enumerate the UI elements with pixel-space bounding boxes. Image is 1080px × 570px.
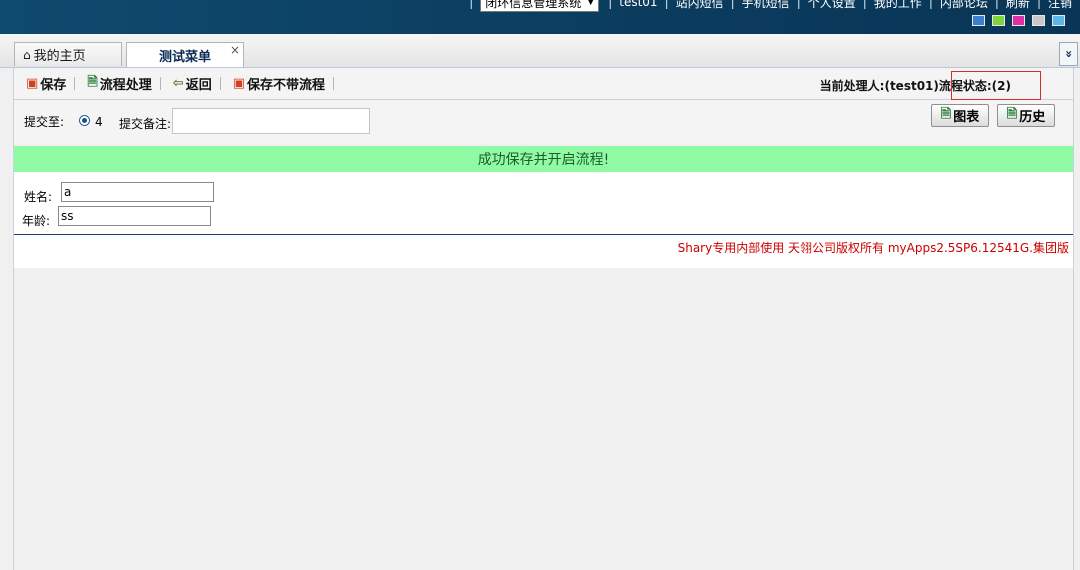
theme-swatch-gray[interactable] — [1032, 15, 1045, 26]
nav-separator: | — [469, 0, 474, 9]
remark-label: 提交备注: — [119, 117, 172, 131]
system-select[interactable]: 闭环信息管理系统 ▼ — [480, 0, 600, 12]
home-icon: ⌂ — [23, 47, 31, 62]
save-button[interactable]: ▣ 保存 — [14, 74, 74, 93]
top-nav: | 闭环信息管理系统 ▼ | test01 | 站内短信 | 手机短信 | 个人… — [462, 0, 1072, 12]
close-icon[interactable]: × — [230, 43, 240, 57]
document-check-icon: 🗎 — [940, 106, 952, 122]
form-area: 姓名: a 年龄: ss — [14, 172, 1073, 234]
form-toolbar: ▣ 保存 🗎 流程处理 ⇦ 返回 ▣ 保存不带流程 当前处理人:(test01)… — [14, 68, 1073, 100]
process-flow-button[interactable]: 🗎 流程处理 — [75, 73, 159, 95]
nav-user-link[interactable]: test01 — [619, 0, 657, 9]
nav-logout-link[interactable]: 注销 — [1048, 0, 1072, 11]
highlight-box — [951, 71, 1041, 100]
submit-to-radio-label: 4 — [95, 115, 103, 129]
theme-swatch-lightblue[interactable] — [1052, 15, 1065, 26]
copyright-text: Shary专用内部使用 天翎公司版权所有 myApps2.5SP6.12541G… — [677, 241, 1069, 255]
save-without-flow-button[interactable]: ▣ 保存不带流程 — [221, 74, 333, 93]
content-frame: ▣ 保存 🗎 流程处理 ⇦ 返回 ▣ 保存不带流程 当前处理人:(test01)… — [13, 68, 1074, 570]
nav-internal-sms-link[interactable]: 站内短信 — [676, 0, 724, 11]
tab-home-label: 我的主页 — [33, 49, 86, 64]
success-message: 成功保存并开启流程! — [477, 152, 610, 168]
submit-to-label: 提交至: — [24, 115, 65, 129]
back-arrow-icon: ⇦ — [172, 76, 184, 91]
tab-test-menu-label: 测试菜单 — [158, 49, 211, 65]
name-label: 姓名: — [24, 190, 53, 204]
system-select-value: 闭环信息管理系统 — [485, 0, 582, 10]
footer: Shary专用内部使用 天翎公司版权所有 myApps2.5SP6.12541G… — [14, 235, 1073, 268]
chevron-down-icon: ▼ — [587, 0, 595, 7]
age-label: 年龄: — [22, 214, 51, 228]
document-check-icon: 🗎 — [87, 74, 98, 90]
expand-tabs-button[interactable]: » — [1059, 42, 1078, 66]
nav-personal-settings-link[interactable]: 个人设置 — [808, 0, 856, 11]
submit-row: 提交至: 4 提交备注: 🗎 图表 🗎 历史 — [14, 100, 1073, 144]
nav-mobile-sms-link[interactable]: 手机短信 — [742, 0, 790, 11]
floppy-disk-icon: ▣ — [232, 76, 245, 91]
theme-swatch-blue[interactable] — [972, 15, 985, 26]
age-input[interactable]: ss — [58, 206, 211, 226]
top-banner: | 闭环信息管理系统 ▼ | test01 | 站内短信 | 手机短信 | 个人… — [0, 0, 1080, 34]
tab-strip: ⌂ 我的主页 测试菜单 × — [0, 34, 1080, 68]
history-button[interactable]: 🗎 历史 — [997, 104, 1055, 127]
theme-swatch-green[interactable] — [992, 15, 1005, 26]
document-check-icon: 🗎 — [1006, 106, 1018, 122]
floppy-disk-icon: ▣ — [26, 76, 39, 91]
success-message-bar: 成功保存并开启流程! — [14, 146, 1073, 172]
remark-input[interactable] — [172, 108, 370, 134]
double-chevron-down-icon: » — [1061, 50, 1076, 58]
name-input[interactable]: a — [61, 182, 214, 202]
nav-refresh-link[interactable]: 刷新 — [1006, 0, 1030, 11]
tab-home[interactable]: ⌂ 我的主页 — [14, 42, 122, 66]
chart-button[interactable]: 🗎 图表 — [931, 104, 989, 127]
tab-test-menu[interactable]: 测试菜单 × — [126, 42, 244, 67]
theme-swatches — [972, 15, 1065, 26]
nav-forum-link[interactable]: 内部论坛 — [940, 0, 988, 11]
nav-my-work-link[interactable]: 我的工作 — [874, 0, 922, 11]
back-button[interactable]: ⇦ 返回 — [161, 74, 220, 93]
theme-swatch-pink[interactable] — [1012, 15, 1025, 26]
submit-to-radio[interactable] — [79, 115, 90, 126]
